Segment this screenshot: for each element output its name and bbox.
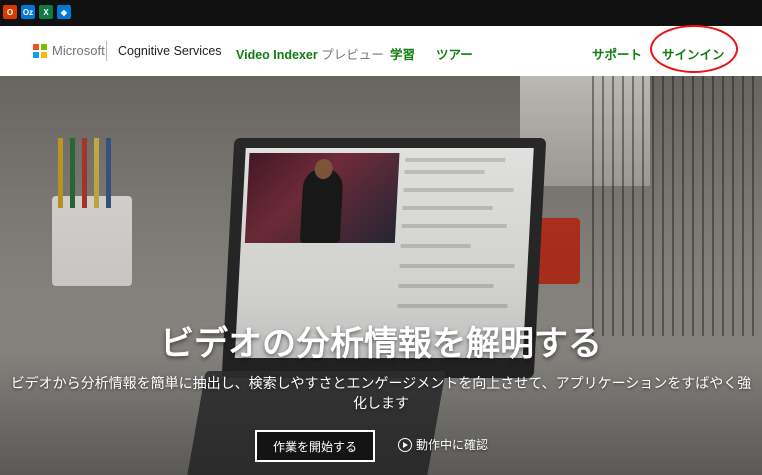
watch-in-action-link[interactable]: 動作中に確認 [398,436,488,453]
microsoft-brand[interactable]: Microsoft [52,43,105,58]
taskbar: O Oz X ◆ [0,0,762,26]
hero-overlay [0,76,762,475]
excel-icon[interactable]: X [39,5,53,19]
watch-label: 動作中に確認 [416,438,489,452]
preview-label: プレビュー [321,48,384,62]
hero-banner: ビデオの分析情報を解明する ビデオから分析情報を簡単に抽出し、検索しやすさとエン… [0,76,762,475]
cognitive-services-link[interactable]: Cognitive Services [118,44,222,58]
play-circle-icon [398,437,412,452]
support-link[interactable]: サポート [592,44,642,63]
video-indexer-link[interactable]: Video Indexer プレビュー [236,44,384,63]
highlight-circle [650,25,738,73]
tour-link[interactable]: ツアー [436,44,473,63]
hero-headline: ビデオの分析情報を解明する [160,324,602,364]
get-started-button[interactable]: 作業を開始する [255,430,375,462]
hero-subtext: ビデオから分析情報を簡単に抽出し、検索しやすさとエンゲージメントを向上させて、ア… [10,376,752,412]
office-icon[interactable]: O [3,5,17,19]
nav-divider [106,41,107,61]
learn-link[interactable]: 学習 [390,44,415,63]
microsoft-logo-icon[interactable] [33,44,47,58]
video-indexer-label: Video Indexer [236,48,318,62]
outlook-icon[interactable]: Oz [21,5,35,19]
top-navigation: Microsoft Cognitive Services Video Index… [0,26,762,76]
azure-devops-icon[interactable]: ◆ [57,5,71,19]
